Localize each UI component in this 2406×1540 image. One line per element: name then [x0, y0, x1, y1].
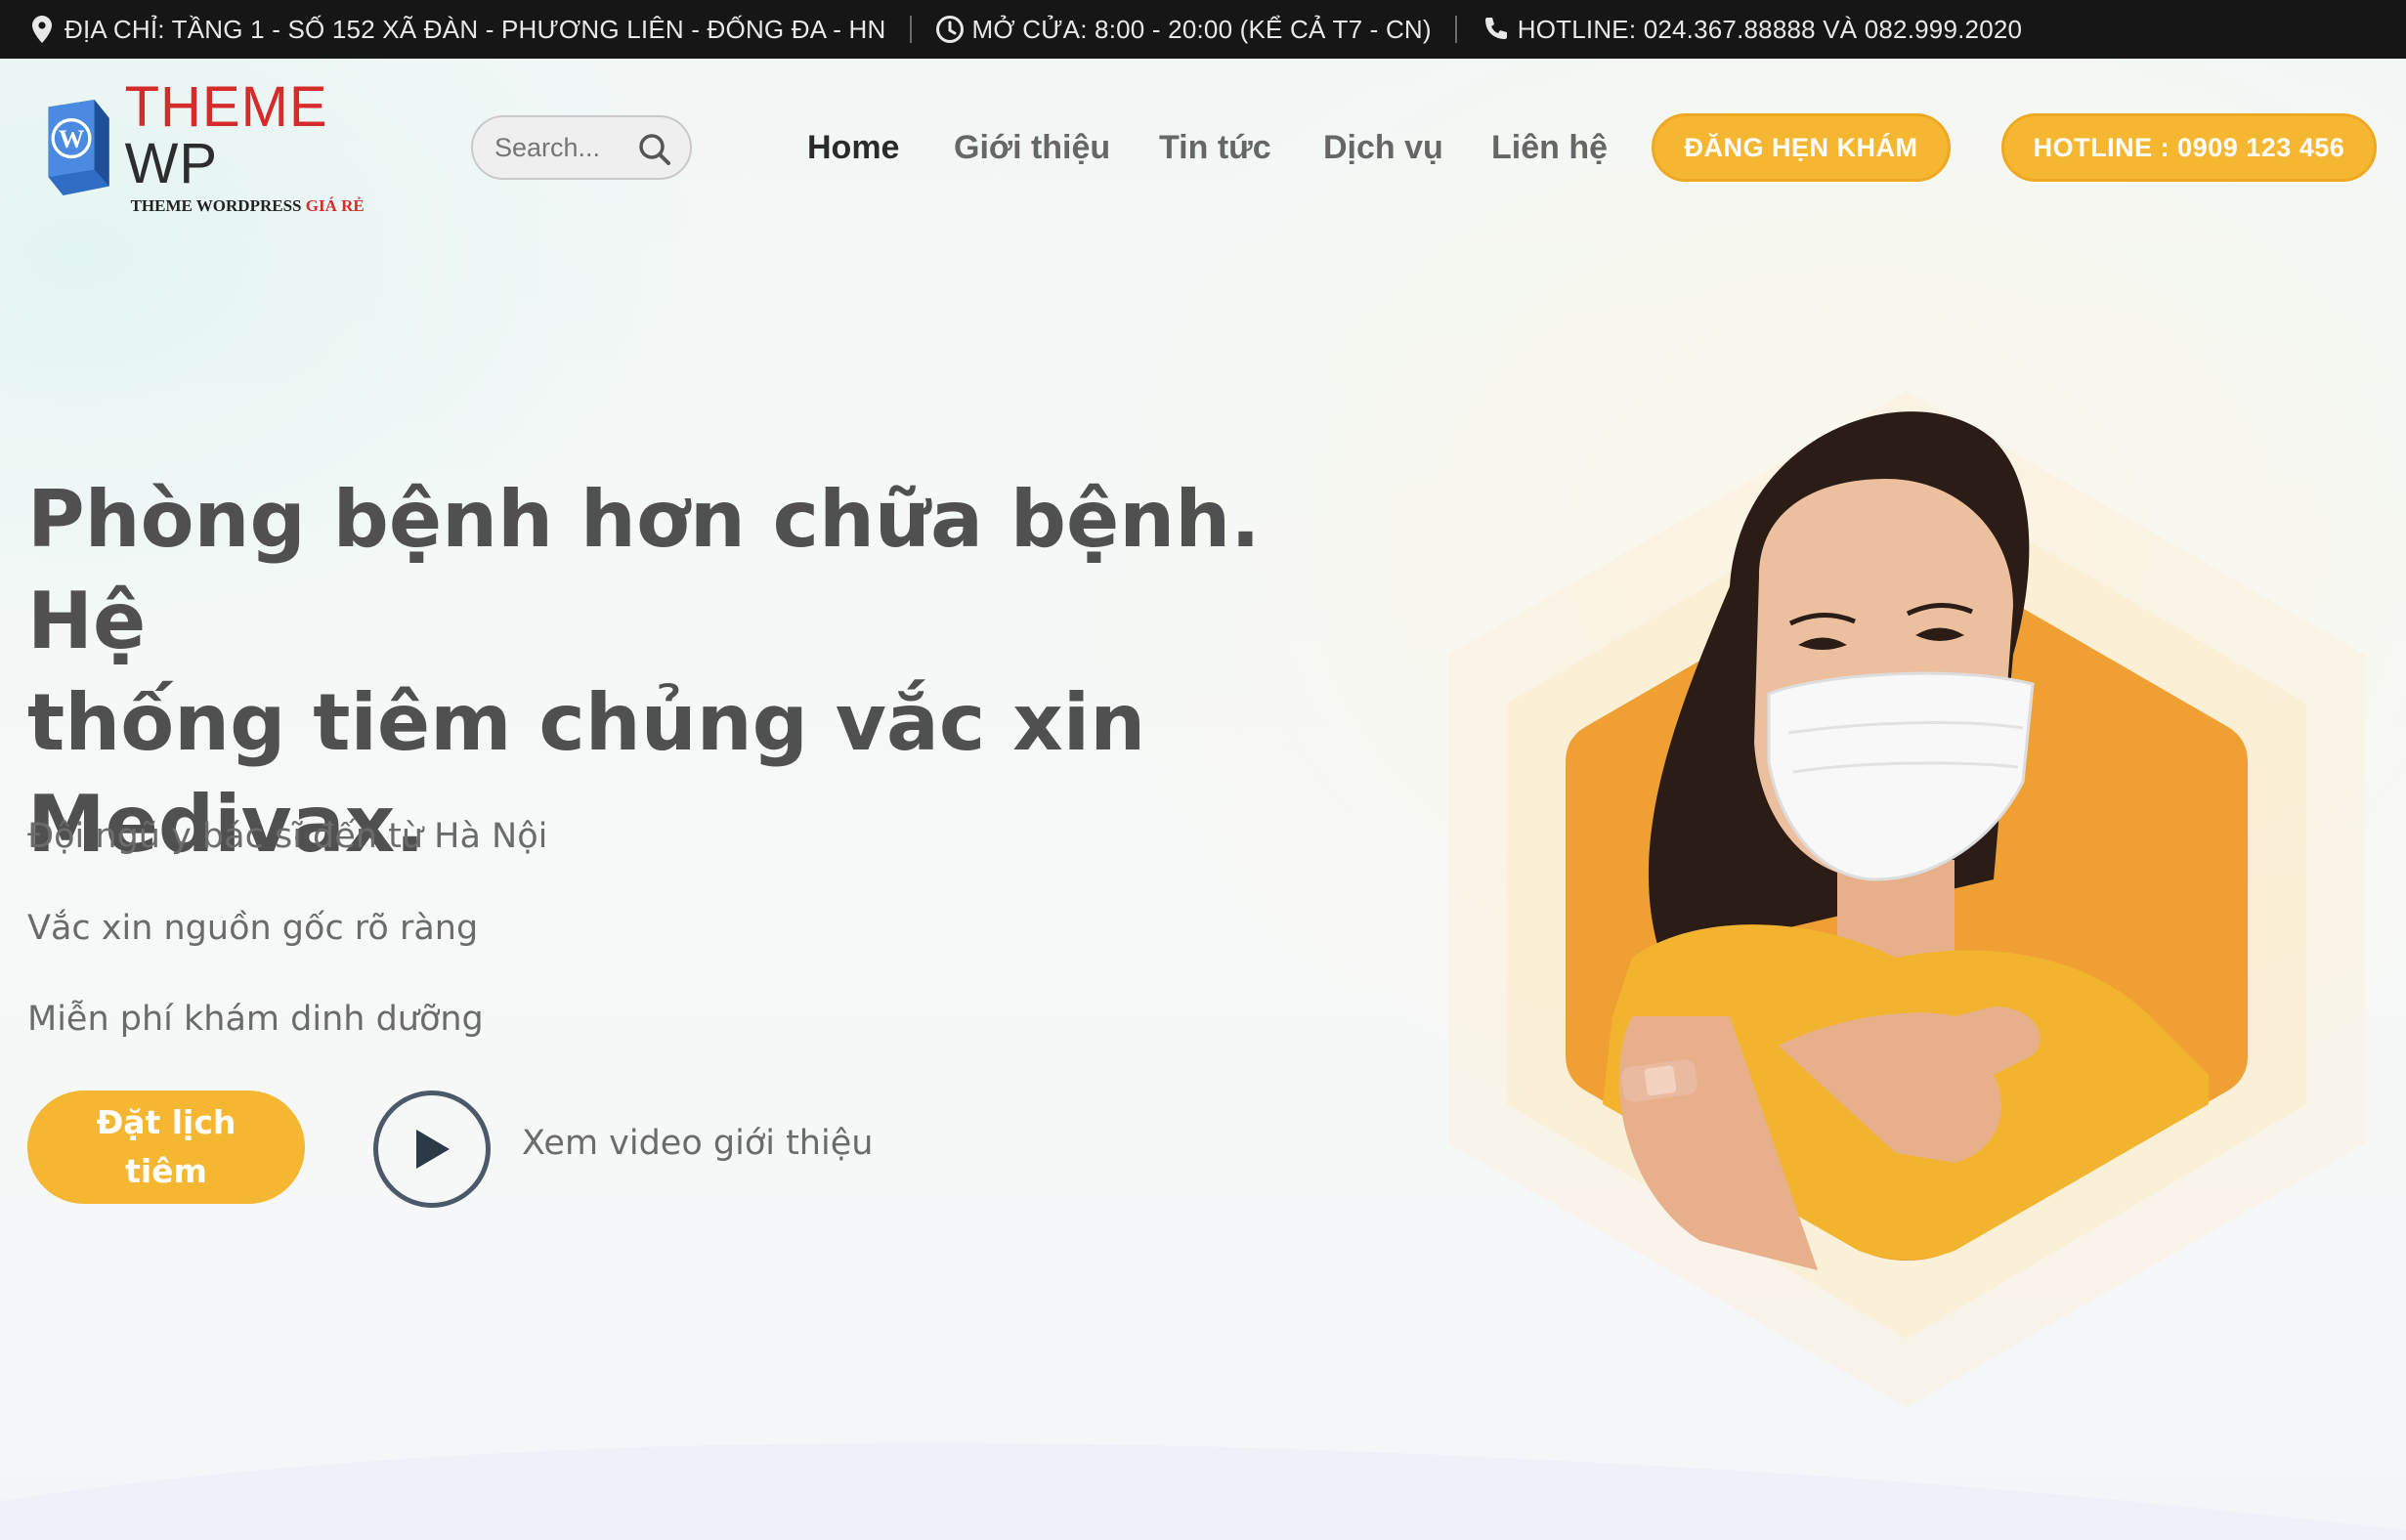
nav-item-contact[interactable]: Liên hệ: [1491, 125, 1608, 170]
play-icon: [416, 1130, 450, 1169]
logo-wordmark: THEME WP: [125, 79, 420, 192]
hotline-text: HOTLINE: 024.367.88888 VÀ 082.999.2020: [1517, 14, 2023, 44]
clock-icon: [935, 15, 965, 44]
wordpress-logo-icon: W: [48, 99, 109, 196]
hotline-button[interactable]: HOTLINE : 0909 123 456: [2001, 113, 2377, 182]
site-logo[interactable]: W THEME WP THEME WORDPRESS GIÁ RẺ: [39, 79, 420, 215]
divider: [1454, 16, 1457, 43]
feature-item: Đội ngũ y bác sĩ đến từ Hà Nội: [27, 817, 548, 856]
search-icon[interactable]: [637, 132, 672, 167]
play-video-button[interactable]: [373, 1091, 491, 1208]
wave-divider: [0, 1442, 2406, 1540]
hours-info: MỞ CỬA: 8:00 - 20:00 (KỂ CẢ T7 - CN): [935, 15, 1432, 45]
hero-headline: Phòng bệnh hơn chữa bệnh. Hệ thống tiêm …: [27, 469, 1376, 876]
hotline-info: HOTLINE: 024.367.88888 VÀ 082.999.2020: [1481, 15, 2022, 45]
video-link-label[interactable]: Xem video giới thiệu: [522, 1124, 873, 1163]
book-vaccination-label-line2: tiêm: [125, 1152, 207, 1190]
phone-icon: [1481, 15, 1510, 44]
address-text: ĐỊA CHỈ: TẦNG 1 - SỐ 152 XÃ ĐÀN - PHƯƠNG…: [64, 14, 886, 44]
logo-wordmark-red: THEME: [124, 75, 328, 139]
feature-item: Vắc xin nguồn gốc rõ ràng: [27, 909, 479, 948]
svg-text:W: W: [59, 124, 84, 153]
nav-item-home[interactable]: Home: [807, 125, 899, 170]
hero-headline-line: Phòng bệnh hơn chữa bệnh. Hệ: [27, 474, 1261, 666]
divider: [909, 16, 912, 43]
hero-headline-line: thống tiêm chủng vắc xin: [27, 677, 1146, 768]
hero-illustration: [1448, 391, 2365, 1407]
logo-tagline: THEME WORDPRESS GIÁ RẺ: [131, 196, 420, 216]
nav-item-news[interactable]: Tin tức: [1159, 125, 1271, 170]
nav-item-services[interactable]: Dịch vụ: [1323, 125, 1443, 170]
map-pin-icon: [27, 15, 57, 44]
address-info: ĐỊA CHỈ: TẦNG 1 - SỐ 152 XÃ ĐÀN - PHƯƠNG…: [27, 15, 886, 45]
logo-tagline-text: THEME WORDPRESS: [130, 196, 302, 215]
nav-item-about[interactable]: Giới thiệu: [954, 125, 1110, 170]
search-box: [471, 115, 692, 180]
feature-item: Miễn phí khám dinh dưỡng: [27, 1000, 484, 1039]
book-vaccination-label: Đặt lịch tiêm: [97, 1098, 236, 1196]
hours-text: MỞ CỬA: 8:00 - 20:00 (KỂ CẢ T7 - CN): [971, 14, 1432, 44]
logo-wordmark-dark: WP: [124, 132, 219, 195]
book-vaccination-label-line1: Đặt lịch: [96, 1103, 236, 1141]
search-input[interactable]: [494, 132, 622, 163]
book-vaccination-button[interactable]: Đặt lịch tiêm: [27, 1091, 305, 1204]
top-info-bar: ĐỊA CHỈ: TẦNG 1 - SỐ 152 XÃ ĐÀN - PHƯƠNG…: [0, 0, 2406, 59]
logo-tagline-accent: GIÁ RẺ: [305, 196, 365, 215]
book-appointment-button[interactable]: ĐĂNG HẸN KHÁM: [1652, 113, 1951, 182]
